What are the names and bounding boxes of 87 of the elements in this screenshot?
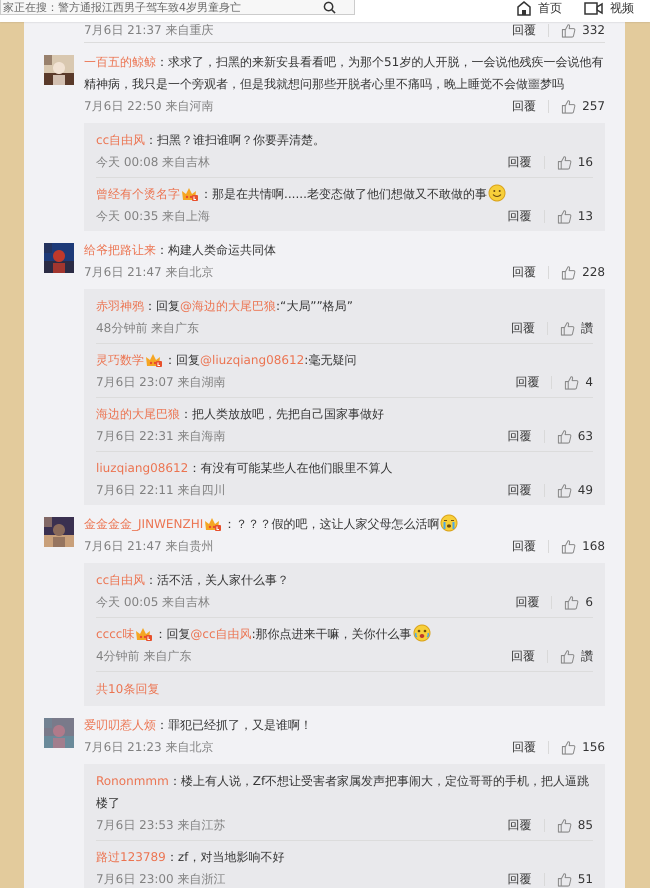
- thumbs-up-icon[interactable]: [560, 320, 575, 336]
- crown-badge-icon: [181, 187, 199, 202]
- like-count: 讚: [581, 648, 593, 664]
- comment-time: 今天 00:08 来自吉林: [96, 154, 212, 170]
- home-icon[interactable]: [516, 0, 532, 16]
- reply-link[interactable]: 回覆: [508, 428, 532, 444]
- comment-text: 金金金金_JINWENZHI ：？？？假的吧，这让人家父母怎么活啊: [84, 513, 605, 535]
- comment-time: 7月6日 21:47 来自北京: [84, 264, 214, 280]
- like-count: 228: [582, 265, 605, 279]
- like-count: 156: [582, 740, 605, 754]
- like-count: 讚: [581, 320, 593, 336]
- reply-link[interactable]: 回覆: [508, 870, 532, 888]
- reply-text: cccc味 ：回复@cc自由风:那你点进来干嘛，关你什么事: [96, 623, 593, 645]
- thumbs-up-icon[interactable]: [561, 740, 576, 754]
- reply-link[interactable]: 回覆: [511, 648, 535, 664]
- crown-badge-icon: [135, 627, 154, 642]
- reply-text: 赤羽神鸦：回复@海边的大尾巴狼:“大局””格局”: [96, 298, 354, 315]
- reply-link[interactable]: 回覆: [512, 538, 536, 554]
- comment-time: 7月6日 22:11 来自四川: [96, 482, 226, 498]
- reply-link[interactable]: 回覆: [508, 816, 532, 834]
- comment-time: 7月6日 21:47 来自贵州: [84, 538, 214, 554]
- reply-text: cc自由风：活不活，关人家什么事？: [96, 572, 290, 589]
- reply-link[interactable]: 回覆: [515, 374, 540, 390]
- thumbs-up-icon[interactable]: [561, 98, 576, 114]
- reply-text: cc自由风：扫黑？谁扫谁啊？你要弄清楚。: [96, 132, 326, 149]
- crown-badge-icon: [204, 517, 222, 532]
- comment-time: 今天 00:05 来自吉林: [96, 594, 212, 610]
- comment-text: 给爷把路让来：构建人类命运共同体: [84, 242, 277, 259]
- comment-time: 今天 00:35 来自上海: [96, 208, 212, 224]
- like-count: 63: [578, 429, 593, 443]
- like-count: 16: [578, 155, 593, 169]
- thumbs-up-icon[interactable]: [560, 648, 575, 664]
- thumbs-up-icon[interactable]: [556, 872, 572, 886]
- like-count: 6: [585, 595, 593, 609]
- reply-text: 曾经有个烫名字 ：那是在共情啊......老变态做了他们想做又不敢做的事: [96, 183, 593, 205]
- reply-text: 灵巧数学 ：回复@liuzqiang08612:毫无疑问: [96, 352, 358, 370]
- comment-time: 7月6日 23:53 来自江苏: [96, 816, 226, 834]
- comment-time: 7月6日 22:31 来自海南: [96, 428, 226, 444]
- crown-badge-icon: [145, 353, 163, 368]
- reply-link[interactable]: 回覆: [515, 594, 540, 610]
- reply-text: liuzqiang08612：有没有可能某些人在他们眼里不算人: [96, 460, 394, 477]
- comment-time: 7月6日 23:07 来自湖南: [96, 374, 226, 390]
- comment-time: 7月6日 23:00 来自浙江: [96, 870, 226, 888]
- comment-text: 爱叨叨惹人烦：罪犯已经抓了，又是谁啊！: [84, 717, 313, 734]
- like-count: 49: [578, 483, 593, 497]
- thumbs-up-icon[interactable]: [561, 22, 576, 38]
- comment-text: 一百五的鲸鲸：求求了，扫黑的来新安县看看吧，为那个51岁的人开脱，一会说他残疾一会说他有精神病，我只是一个旁观者，但是我就想问那些开脱者心里不痛吗，晚上睡觉不会做噩梦吗: [84, 54, 604, 93]
- thumbs-up-icon[interactable]: [556, 154, 572, 170]
- reply-link[interactable]: 回覆: [508, 482, 532, 498]
- reply-link[interactable]: 回覆: [511, 320, 535, 336]
- like-count: 332: [582, 23, 605, 37]
- thumbs-up-icon[interactable]: [561, 538, 576, 554]
- like-count: 51: [578, 872, 593, 886]
- like-count: 257: [582, 99, 605, 113]
- comment-time: 7月6日 21:37 来自重庆: [84, 22, 214, 38]
- comment-time: 48分钟前 来自广东: [96, 320, 200, 336]
- video-icon[interactable]: [584, 0, 604, 16]
- thumbs-up-icon[interactable]: [556, 208, 572, 224]
- like-count: 168: [582, 539, 605, 553]
- comment-time: 7月6日 22:50 来自河南: [84, 98, 214, 114]
- reply-link[interactable]: 回覆: [512, 22, 536, 38]
- reply-link[interactable]: 回覆: [508, 208, 532, 224]
- thumbs-up-icon[interactable]: [564, 594, 580, 610]
- thumbs-up-icon[interactable]: [556, 482, 572, 498]
- like-count: 4: [585, 375, 593, 389]
- reply-text: 海边的大尾巴狼：把人类放放吧，先把自己国家事做好: [96, 406, 385, 423]
- tearful-emoji-icon: [412, 624, 431, 642]
- search-icon[interactable]: [323, 0, 336, 14]
- thumbs-up-icon[interactable]: [556, 428, 572, 444]
- smiley-emoji-icon: [488, 184, 506, 202]
- reply-text: Rononmmm：楼上有人说，Zf不想让受害者家属发声把事闹大，定位哥哥的手机，把人逼跳楼了: [96, 773, 590, 812]
- comment-time: 7月6日 21:23 来自北京: [84, 738, 214, 756]
- thumbs-up-icon[interactable]: [556, 818, 572, 832]
- nav-link[interactable]: 首页: [516, 0, 562, 16]
- reply-link[interactable]: 回覆: [512, 98, 536, 114]
- thumbs-up-icon[interactable]: [561, 264, 576, 280]
- search-field[interactable]: 家正在搜：警方通报江西男子驾车致4岁男童身亡: [0, 0, 355, 15]
- comment-time: 4分钟前 来自广东: [96, 648, 192, 664]
- crying-emoji-icon: [440, 514, 458, 532]
- nav-link[interactable]: 视频: [584, 0, 634, 16]
- thumbs-up-icon[interactable]: [564, 374, 580, 390]
- reply-link[interactable]: 回覆: [508, 154, 532, 170]
- like-count: 13: [578, 209, 593, 223]
- like-count: 85: [578, 818, 593, 832]
- reply-link[interactable]: 回覆: [512, 264, 536, 280]
- reply-text: 路过123789：zf，对当地影响不好: [96, 849, 286, 866]
- reply-link[interactable]: 回覆: [512, 738, 536, 756]
